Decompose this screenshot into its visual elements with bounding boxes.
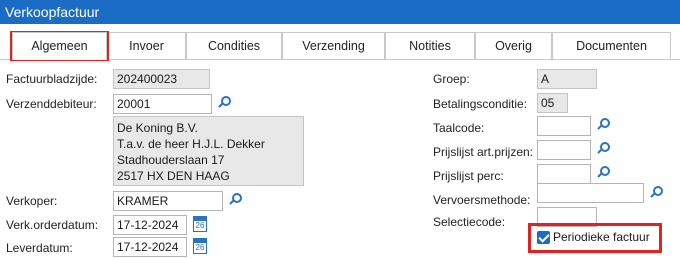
tab-documenten[interactable]: Documenten — [552, 32, 671, 59]
tab-strip: Algemeen Invoer Condities Verzending Not… — [0, 32, 680, 60]
label-leverdatum: Leverdatum: — [6, 241, 73, 255]
label-betalingsconditie: Betalingsconditie: — [433, 97, 528, 111]
label-prijslijst-art: Prijslijst art.prijzen: — [433, 145, 534, 159]
address-block: De Koning B.V. T.a.v. de heer H.J.L. Dek… — [113, 116, 304, 186]
groep-field: A — [537, 69, 597, 89]
tab-algemeen[interactable]: Algemeen — [12, 32, 107, 60]
prijslijst-art-search-icon[interactable] — [597, 141, 613, 157]
highlight-periodieke-factuur — [528, 223, 662, 253]
label-factuurbladzijde: Factuurbladzijde: — [6, 72, 98, 86]
label-selectiecode: Selectiecode: — [433, 215, 506, 229]
label-verkoper: Verkoper: — [6, 194, 58, 208]
label-taalcode: Taalcode: — [433, 121, 485, 135]
leverdatum-input[interactable]: 17-12-2024 — [113, 237, 187, 257]
tab-notities[interactable]: Notities — [385, 32, 475, 59]
verzenddebiteur-input[interactable]: 20001 — [113, 94, 212, 114]
label-verzenddebiteur: Verzenddebiteur: — [6, 97, 97, 111]
factuurbladzijde-field: 202400023 — [113, 69, 210, 89]
window-title: Verkoopfactuur — [5, 4, 100, 20]
tab-verzending[interactable]: Verzending — [282, 32, 385, 59]
label-groep: Groep: — [433, 72, 470, 86]
taalcode-input[interactable] — [537, 116, 591, 136]
label-vervoersmethode: Vervoersmethode: — [433, 193, 531, 207]
address-line: De Koning B.V. — [117, 121, 198, 135]
label-prijslijst-perc: Prijslijst perc: — [433, 169, 504, 183]
prijslijst-perc-search-icon[interactable] — [597, 165, 613, 181]
vervoersmethode-input[interactable] — [537, 183, 644, 203]
vervoersmethode-search-icon[interactable] — [650, 185, 666, 201]
tab-invoer[interactable]: Invoer — [107, 32, 186, 59]
prijslijst-art-input[interactable] — [537, 140, 591, 160]
verzenddebiteur-search-icon[interactable] — [218, 95, 234, 111]
orderdatum-input[interactable]: 17-12-2024 — [113, 215, 187, 235]
tab-overig[interactable]: Overig — [475, 32, 552, 59]
orderdatum-calendar-icon[interactable]: 26 — [193, 216, 207, 232]
verkoper-search-icon[interactable] — [229, 192, 245, 208]
verkoper-input[interactable]: KRAMER — [113, 191, 223, 211]
taalcode-search-icon[interactable] — [597, 117, 613, 133]
leverdatum-calendar-icon[interactable]: 26 — [193, 238, 207, 254]
label-orderdatum: Verk.orderdatum: — [6, 218, 99, 232]
address-line: T.a.v. de heer H.J.L. Dekker — [117, 137, 265, 151]
betalingsconditie-field: 05 — [537, 93, 568, 113]
window-title-bar: Verkoopfactuur — [0, 0, 680, 24]
tab-condities[interactable]: Condities — [186, 32, 282, 59]
address-line: 2517 HX DEN HAAG — [117, 169, 230, 183]
prijslijst-perc-input[interactable] — [537, 164, 591, 184]
address-line: Stadhouderslaan 17 — [117, 153, 225, 167]
